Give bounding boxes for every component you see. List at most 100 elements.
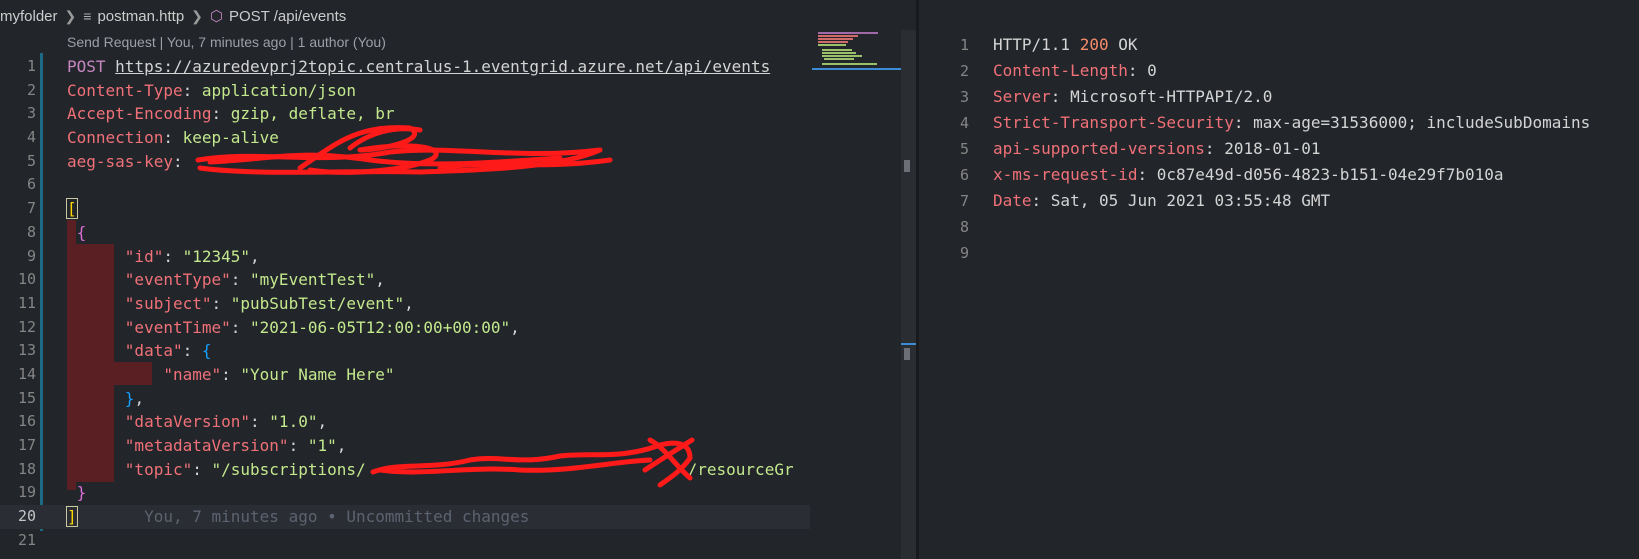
line-number: 14 — [17, 364, 36, 383]
json-value: "12345" — [182, 246, 251, 266]
header-value: application/json — [201, 80, 356, 100]
close-bracket: ] — [66, 506, 78, 528]
line-number: 11 — [17, 293, 36, 312]
json-value: "/subscriptions/ — [211, 459, 366, 479]
json-key: "dataVersion" — [124, 412, 251, 432]
json-key: "id" — [124, 246, 164, 266]
json-key: "subject" — [124, 293, 212, 313]
code-line: 3 Accept-Encoding: gzip, deflate, br — [0, 102, 810, 126]
line-number: 18 — [17, 459, 36, 478]
header-value: 0c87e49d-d056-4823-b151-04e29f7b010a — [1156, 165, 1504, 184]
line-number: 3 — [26, 104, 36, 123]
scrollbar-thumb-marker — [904, 160, 910, 172]
breadcrumb-file[interactable]: postman.http — [97, 8, 184, 25]
http-method: POST — [67, 57, 106, 76]
line-number: 12 — [17, 317, 36, 336]
header-name: Connection — [67, 128, 164, 148]
breadcrumb-symbol[interactable]: POST /api/events — [229, 8, 346, 25]
request-code[interactable]: 1 POST https://azuredevprj2topic.centralu… — [0, 55, 810, 552]
editor-scrollbar[interactable] — [901, 30, 916, 559]
json-key: "data" — [124, 341, 183, 361]
header-name: Content-Length — [993, 61, 1128, 80]
code-line: 4 Connection: keep-alive — [0, 126, 810, 150]
status-text: OK — [1118, 35, 1138, 54]
code-line: 21 — [0, 529, 810, 553]
open-brace: { — [76, 222, 87, 242]
code-line: 17 "metadataVersion": "1", — [0, 434, 810, 458]
close-brace: } — [76, 483, 87, 503]
line-number: 10 — [17, 270, 36, 289]
code-line: 10 "eventType": "myEventTest", — [0, 268, 810, 292]
header-value: Microsoft-HTTPAPI/2.0 — [1070, 87, 1273, 106]
code-line: 2 Content-Type: application/json — [0, 79, 810, 103]
cube-icon: ⬡ — [209, 8, 223, 25]
line-number: 1 — [26, 57, 36, 75]
json-key: "topic" — [124, 459, 193, 479]
line-number: 6 — [26, 175, 36, 194]
line-number: 4 — [959, 114, 969, 132]
header-name: Strict-Transport-Security — [993, 113, 1234, 132]
code-line: 5 aeg-sas-key: — [0, 150, 810, 174]
json-key: "metadataVersion" — [124, 436, 289, 455]
line-number: 17 — [17, 436, 36, 454]
line-number: 19 — [17, 483, 36, 502]
line-number: 6 — [959, 166, 969, 184]
json-key: "eventTime" — [124, 317, 231, 337]
code-line: 18 "topic": "/subscriptions//resourceGr — [0, 458, 810, 482]
code-line: 9 "id": "12345", — [0, 245, 810, 269]
code-line: 1 POST https://azuredevprj2topic.centralu… — [0, 55, 810, 79]
json-value: "Your Name Here" — [240, 364, 395, 384]
json-value: "1" — [307, 436, 337, 455]
code-line: 12 "eventTime": "2021-06-05T12:00:00+00:… — [0, 316, 810, 340]
request-url[interactable]: https://azuredevprj2topic.centralus-1.ev… — [115, 57, 770, 76]
header-value: max-age=31536000; includeSubDomains — [1253, 113, 1591, 132]
code-line: 7[ — [0, 197, 810, 221]
header-name: Accept-Encoding — [67, 104, 212, 124]
file-lines-icon: ≡ — [83, 8, 92, 24]
chevron-right-icon: ❯ — [191, 7, 203, 24]
line-number: 9 — [26, 246, 36, 265]
json-key: "eventType" — [124, 270, 231, 290]
code-line: 8 { — [0, 221, 810, 245]
breadcrumb-folder[interactable]: myfolder — [0, 8, 58, 25]
response-viewer[interactable]: 1 HTTP/1.1 200 OK 2 Content-Length: 0 3 Ser… — [919, 0, 1639, 559]
minimap[interactable] — [812, 30, 902, 70]
header-value: 0 — [1147, 61, 1157, 80]
status-code: 200 — [1079, 35, 1109, 54]
line-number: 4 — [26, 128, 36, 147]
header-name: Content-Type — [67, 80, 183, 100]
header-value: gzip, deflate, br — [230, 104, 395, 124]
header-name: aeg-sas-key — [67, 151, 173, 171]
scrollbar-cursor-marker — [901, 343, 916, 345]
line-number: 9 — [959, 244, 969, 262]
line-number: 2 — [959, 62, 969, 80]
breadcrumb: myfolder ❯ ≡ postman.http ❯ ⬡ POST /api/… — [0, 0, 868, 32]
json-key: "name" — [163, 364, 222, 384]
request-editor[interactable]: myfolder ❯ ≡ postman.http ❯ ⬡ POST /api/… — [0, 0, 916, 559]
codelens-send-request[interactable]: Send Request | You, 7 minutes ago | 1 au… — [67, 32, 386, 52]
header-name: x-ms-request-id — [993, 165, 1138, 184]
open-brace: { — [201, 341, 212, 361]
git-blame-annotation: You, 7 minutes ago • Uncommitted changes — [144, 507, 530, 527]
close-brace: } — [124, 388, 135, 408]
header-name: Date — [993, 191, 1032, 210]
header-value: 2018-01-01 — [1224, 139, 1321, 158]
http-protocol: HTTP/1.1 — [993, 35, 1071, 54]
code-line: 14 "name": "Your Name Here" — [0, 363, 810, 387]
line-number: 13 — [17, 341, 36, 360]
code-line: 11 "subject": "pubSubTest/event", — [0, 292, 810, 316]
code-line: 19 } — [0, 481, 810, 505]
json-value: "myEventTest" — [250, 270, 376, 290]
code-line: 15 }, — [0, 387, 810, 411]
code-line: 13 "data": { — [0, 339, 810, 363]
line-number: 8 — [959, 218, 969, 236]
line-number: 7 — [26, 199, 36, 218]
header-name: Server — [993, 87, 1051, 106]
line-number: 7 — [959, 192, 969, 210]
json-value-tail: /resourceGr — [687, 459, 794, 479]
line-number: 5 — [26, 151, 36, 170]
json-value: "2021-06-05T12:00:00+00:00" — [250, 317, 511, 337]
json-value: "pubSubTest/event" — [230, 293, 405, 313]
line-number: 20 — [17, 507, 36, 526]
code-line: 6 — [0, 173, 810, 197]
